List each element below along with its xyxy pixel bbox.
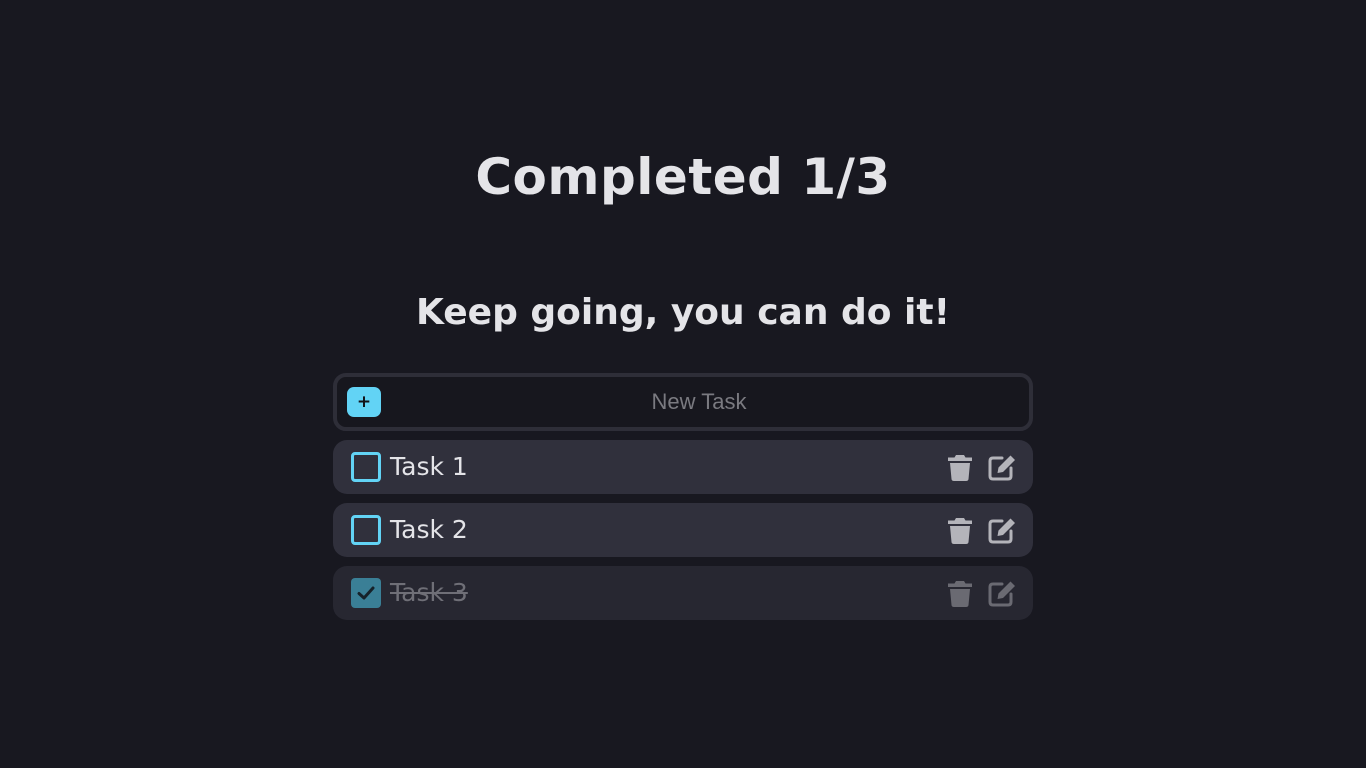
edit-icon[interactable] (987, 516, 1017, 544)
task-checkbox[interactable] (351, 515, 381, 545)
add-task-button[interactable]: + (347, 387, 381, 417)
new-task-bar: + (333, 373, 1033, 431)
task-checkbox[interactable] (351, 452, 381, 482)
task-checkbox[interactable] (351, 578, 381, 608)
task-label: Task 2 (390, 515, 468, 544)
check-icon (357, 586, 375, 600)
task-label: Task 1 (390, 452, 468, 481)
task-label: Task 3 (390, 578, 468, 607)
encouragement-message: Keep going, you can do it! (415, 292, 950, 333)
completed-counter: Completed 1/3 (475, 148, 891, 206)
task-row: Task 1 (333, 440, 1033, 494)
trash-icon[interactable] (947, 454, 973, 481)
edit-icon[interactable] (987, 453, 1017, 481)
task-row: Task 2 (333, 503, 1033, 557)
new-task-input[interactable] (389, 381, 1009, 423)
edit-icon[interactable] (987, 579, 1017, 607)
trash-icon[interactable] (947, 517, 973, 544)
task-row: Task 3 (333, 566, 1033, 620)
todo-app: Completed 1/3 Keep going, you can do it!… (0, 0, 1366, 768)
trash-icon[interactable] (947, 580, 973, 607)
